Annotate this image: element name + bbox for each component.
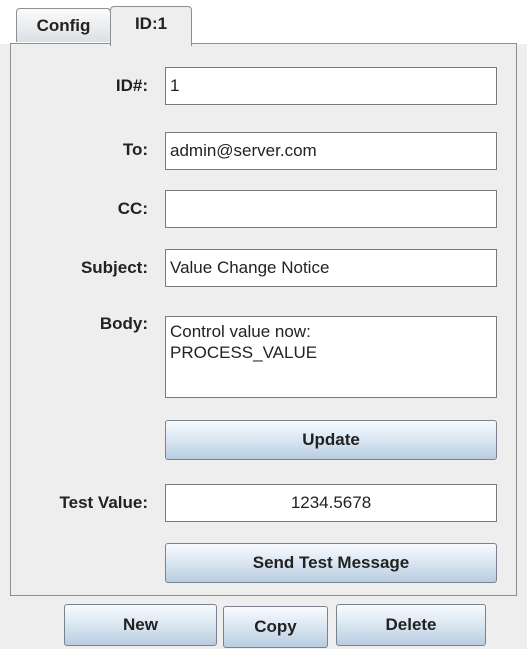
tab-strip: Config ID:1 (0, 0, 527, 46)
update-button[interactable]: Update (165, 420, 497, 460)
subject-label: Subject: (80, 258, 148, 277)
tab-config[interactable]: Config (16, 8, 111, 42)
test-value-label: Test Value: (59, 493, 149, 512)
id-field[interactable] (165, 67, 497, 105)
email-alert-window: Config ID:1 ID#: To: CC: Subject: Body: … (0, 0, 527, 649)
body-label: Body: (99, 314, 148, 333)
to-field[interactable] (165, 132, 497, 170)
to-label: To: (122, 140, 148, 159)
subject-field[interactable] (165, 249, 497, 287)
delete-button[interactable]: Delete (336, 604, 486, 646)
tab-id-1[interactable]: ID:1 (110, 6, 192, 46)
cc-label: CC: (117, 199, 148, 218)
send-test-message-button[interactable]: Send Test Message (165, 543, 497, 583)
cc-field[interactable] (165, 190, 497, 228)
new-button[interactable]: New (64, 604, 217, 646)
body-textarea[interactable]: Control value now: PROCESS_VALUE (165, 316, 497, 398)
test-value-field[interactable] (165, 484, 497, 522)
id-label: ID#: (115, 76, 148, 95)
copy-button[interactable]: Copy (223, 606, 328, 648)
